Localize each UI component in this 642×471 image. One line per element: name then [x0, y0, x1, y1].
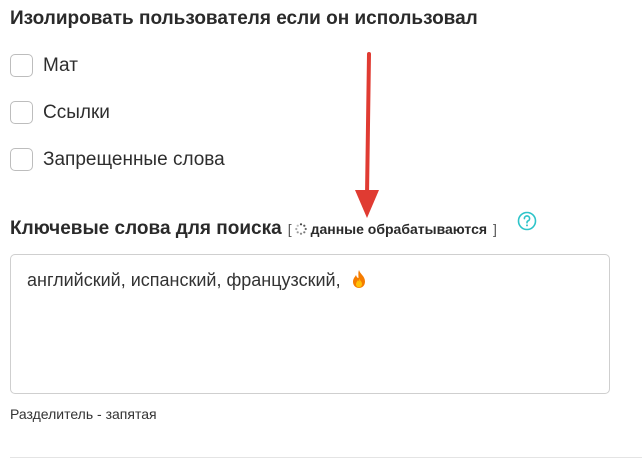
- keywords-input[interactable]: английский, испанский, французский,: [10, 254, 610, 394]
- keywords-value: английский, испанский, французский,: [27, 270, 341, 290]
- help-icon[interactable]: [517, 211, 537, 231]
- processing-status: [ данные обрабатываются ]: [288, 221, 497, 237]
- spinner-icon: [294, 223, 307, 235]
- annotation-arrow-icon: [355, 52, 379, 218]
- isolation-title: Изолировать пользователя если он использ…: [10, 8, 478, 29]
- flame-icon: [352, 270, 365, 288]
- separator-hint: Разделитель - запятая: [10, 406, 157, 422]
- status-text: данные обрабатываются: [310, 221, 488, 237]
- divider: [10, 457, 642, 458]
- status-open-bracket: [: [287, 221, 292, 237]
- option-links[interactable]: Ссылки: [10, 101, 110, 124]
- profanity-checkbox[interactable]: [10, 54, 33, 77]
- forbidden-words-checkbox[interactable]: [10, 148, 33, 171]
- status-close-bracket: ]: [493, 221, 497, 237]
- keywords-header: Ключевые слова для поиска [ данные обраб…: [10, 218, 497, 240]
- option-profanity[interactable]: Мат: [10, 54, 78, 77]
- keywords-title: Ключевые слова для поиска: [10, 218, 282, 239]
- option-forbidden-words[interactable]: Запрещенные слова: [10, 148, 225, 171]
- links-checkbox[interactable]: [10, 101, 33, 124]
- forbidden-words-label: Запрещенные слова: [43, 148, 225, 170]
- profanity-label: Мат: [43, 54, 78, 76]
- links-label: Ссылки: [43, 101, 110, 123]
